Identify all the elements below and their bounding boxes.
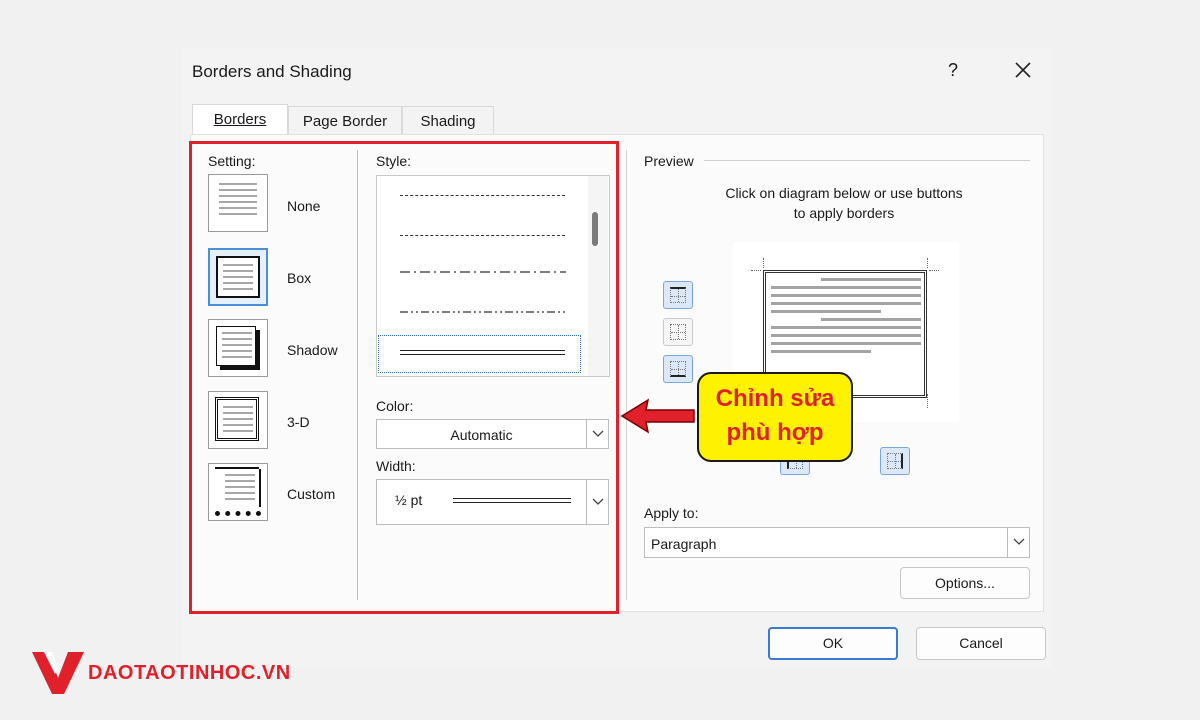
setting-shadow-icon[interactable] (208, 319, 268, 377)
style-heading: Style: (376, 153, 412, 169)
tab-label: Borders (213, 111, 267, 128)
style-option-dash-dot[interactable] (400, 268, 566, 276)
border-top-icon (670, 287, 686, 303)
annotation-arrow-icon (620, 398, 695, 434)
dialog-title: Borders and Shading (192, 62, 352, 81)
setting-none-label[interactable]: None (287, 198, 320, 214)
border-bottom-button[interactable] (663, 355, 693, 383)
style-scrollbar[interactable] (588, 176, 608, 376)
border-right-icon (887, 453, 903, 469)
setting-custom-label[interactable]: Custom (287, 486, 335, 502)
options-button[interactable]: Options... (900, 567, 1030, 599)
annotation-callout: Chỉnh sửa phù hợp (697, 372, 853, 462)
width-value: ½ pt (395, 492, 423, 508)
tab-label: Page Border (302, 113, 388, 130)
border-bottom-icon (670, 361, 686, 377)
apply-to-dropdown[interactable]: Paragraph (644, 527, 1030, 558)
style-option-dash-dot-dot[interactable] (400, 308, 566, 316)
tab-shading[interactable]: Shading (402, 106, 494, 134)
color-dropdown[interactable]: Automatic (376, 419, 609, 449)
border-horizontal-button[interactable] (663, 318, 693, 346)
preview-instruction: Click on diagram below or use buttons to… (725, 185, 963, 221)
help-icon[interactable]: ? (948, 60, 958, 81)
chevron-down-icon (592, 498, 604, 505)
tab-page-border[interactable]: Page Border (288, 106, 402, 134)
border-horizontal-icon (670, 324, 686, 340)
setting-box-icon[interactable] (208, 248, 268, 306)
preview-divider (626, 150, 627, 600)
style-line-2 (400, 354, 565, 355)
apply-to-value: Paragraph (651, 536, 717, 552)
ok-button[interactable]: OK (768, 627, 898, 660)
preview-separator (704, 160, 1030, 161)
color-value: Automatic (450, 427, 513, 443)
preview-heading: Preview (644, 153, 694, 169)
column-divider (357, 150, 358, 600)
style-option-dashed[interactable] (400, 235, 565, 236)
style-line-1 (400, 350, 565, 351)
cancel-button[interactable]: Cancel (916, 627, 1046, 660)
setting-heading: Setting: (208, 153, 256, 169)
setting-box-label[interactable]: Box (287, 270, 311, 286)
tab-borders[interactable]: Borders (192, 104, 288, 134)
setting-none-icon[interactable] (208, 174, 268, 232)
chevron-down-icon (1013, 538, 1025, 545)
style-option-dotted[interactable] (400, 195, 565, 196)
close-icon[interactable] (1010, 56, 1036, 84)
tab-label: Shading (420, 113, 476, 130)
color-heading: Color: (376, 398, 414, 414)
border-top-button[interactable] (663, 281, 693, 309)
border-right-button[interactable] (880, 447, 910, 475)
brand-logo-icon (32, 652, 84, 694)
style-scrollbar-thumb[interactable] (592, 212, 598, 246)
chevron-down-icon (592, 430, 604, 437)
width-heading: Width: (376, 458, 416, 474)
width-dropdown[interactable]: ½ pt (376, 479, 609, 525)
brand-text: DAOTAOTINHOC.VN (88, 662, 291, 684)
setting-custom-icon[interactable] (208, 463, 268, 521)
setting-3d-label[interactable]: 3-D (287, 414, 310, 430)
setting-3d-icon[interactable] (208, 391, 268, 449)
apply-to-heading: Apply to: (644, 505, 699, 521)
setting-shadow-label[interactable]: Shadow (287, 342, 338, 358)
